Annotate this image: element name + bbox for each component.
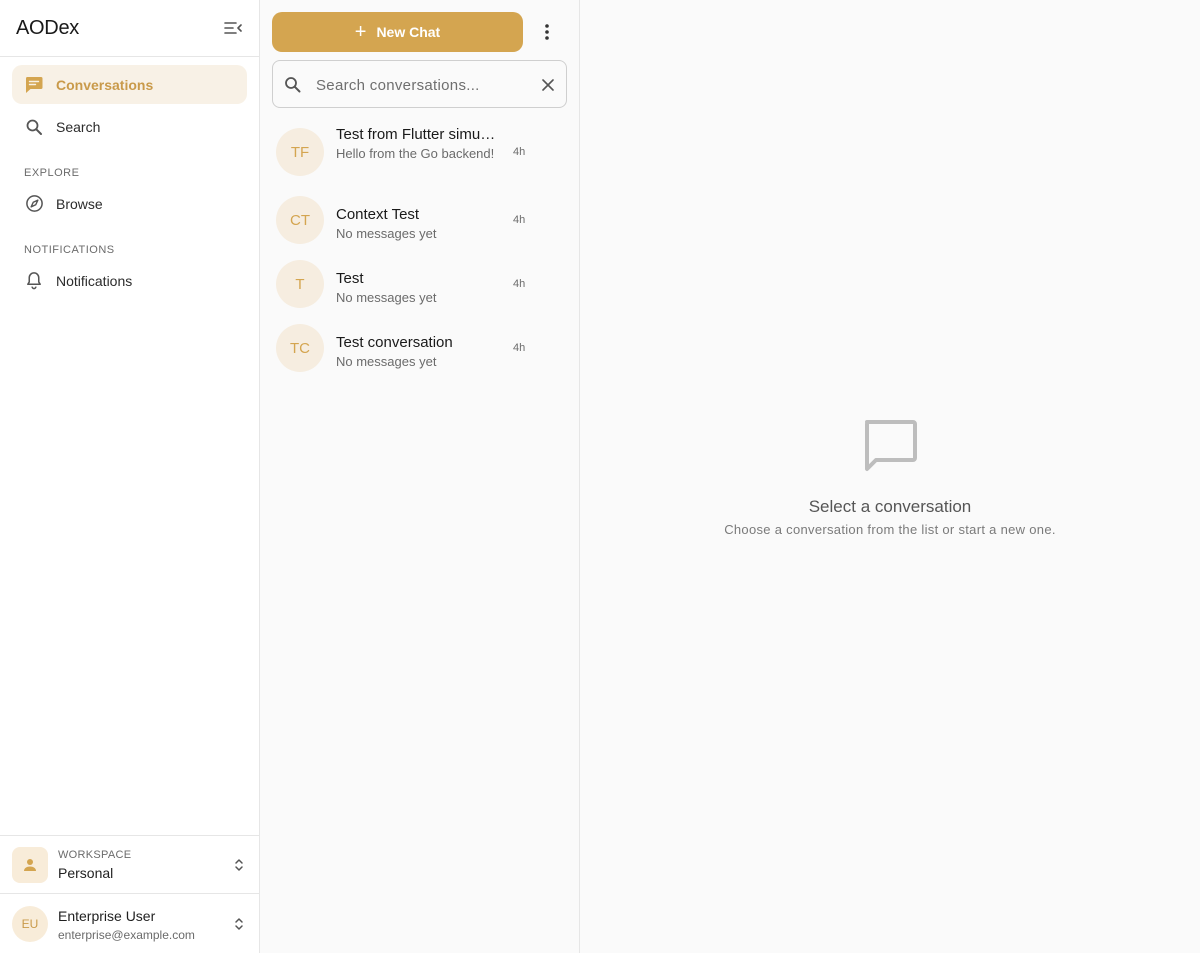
nav-item-browse[interactable]: Browse [12,184,247,223]
nav-label-notifications: Notifications [56,272,133,289]
conversation-time: 4h [513,214,526,226]
user-name: Enterprise User [58,908,156,924]
search-icon [285,77,301,93]
conversation-avatar: CT [276,196,324,244]
conversation-title: Context Test [336,206,420,223]
workspace-name: Personal [58,865,114,881]
person-icon [24,859,36,871]
sidebar: AODex Conversations Search EXPLORE Brows… [0,0,260,953]
conversation-title: Test from Flutter simulator [336,126,498,143]
close-icon [542,79,554,91]
conversation-preview: No messages yet [336,226,437,241]
user-avatar: EU [12,906,48,942]
conversation-preview: No messages yet [336,290,437,305]
conversation-item[interactable]: T Test No messages yet 4h [272,260,568,310]
more-vertical-icon [545,24,549,40]
chat-bubble-icon [24,75,44,95]
conversation-preview: Hello from the Go backend! [336,146,495,161]
workspace-caption: WORKSPACE [58,849,132,861]
empty-state-subtitle: Choose a conversation from the list or s… [724,522,1056,537]
conversation-title: Test conversation [336,334,453,351]
conversation-item[interactable]: TF Test from Flutter simulator Hello fro… [272,124,568,182]
nav-item-search[interactable]: Search [12,107,247,146]
conversation-preview: No messages yet [336,354,437,369]
section-label-notifications: NOTIFICATIONS [24,244,115,256]
conversation-avatar: TF [276,128,324,176]
nav-label-conversations: Conversations [56,76,154,93]
workspace-switcher[interactable]: WORKSPACE Personal [0,835,259,893]
chevron-up-down-icon [231,857,247,873]
nav-item-notifications[interactable]: Notifications [12,261,247,300]
more-options-button[interactable] [536,20,558,44]
conversation-time: 4h [513,146,526,158]
conversation-time: 4h [513,278,526,290]
app-title: AODex [16,17,79,39]
conversation-time: 4h [513,342,526,354]
conversation-search [272,60,567,108]
new-chat-label: New Chat [376,24,441,40]
search-input[interactable] [316,73,531,97]
conversation-avatar: TC [276,324,324,372]
nav-label-search: Search [56,118,101,135]
bell-icon [24,271,44,291]
conversation-list-panel: + New Chat TF Test from Flutter simulato… [260,0,580,953]
conversation-item[interactable]: TC Test conversation No messages yet 4h [272,324,568,374]
workspace-avatar [12,847,48,883]
sidebar-header: AODex [0,0,259,57]
section-label-explore: EXPLORE [24,167,80,179]
sidebar-collapse-button[interactable] [220,16,246,40]
empty-state-title: Select a conversation [808,497,972,516]
plus-icon: + [354,21,367,43]
compass-icon [24,194,44,214]
user-email: enterprise@example.com [58,928,195,942]
clear-search-button[interactable] [538,75,558,95]
menu-collapse-icon [224,22,242,34]
conversation-avatar: T [276,260,324,308]
conversation-item[interactable]: CT Context Test No messages yet 4h [272,196,568,246]
nav-label-browse: Browse [56,195,103,212]
user-account-menu[interactable]: EU Enterprise User enterprise@example.co… [0,893,259,953]
search-icon [24,117,44,137]
new-chat-button[interactable]: + New Chat [272,12,523,52]
chevron-up-down-icon [231,916,247,932]
nav-item-conversations[interactable]: Conversations [12,65,247,104]
message-square-icon [865,420,917,471]
conversation-title: Test [336,270,364,287]
